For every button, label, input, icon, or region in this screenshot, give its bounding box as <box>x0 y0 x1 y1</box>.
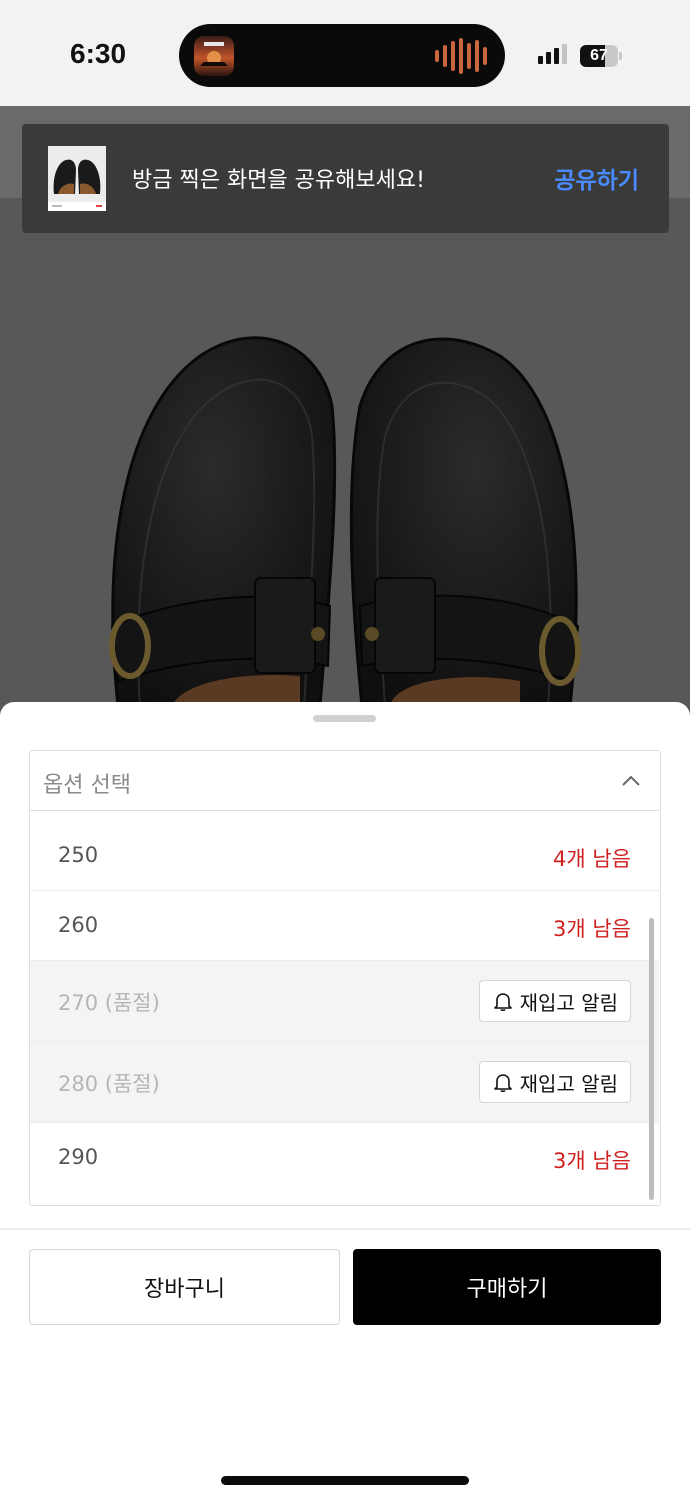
restock-alert-label: 재입고 알림 <box>519 990 618 1015</box>
option-list: 250 4개 남음 260 3개 남음 270 (품절) 재입고 알림 280 … <box>30 821 659 1193</box>
stock-remaining: 3개 남음 <box>553 917 631 941</box>
option-row-260[interactable]: 260 3개 남음 <box>30 891 659 961</box>
buy-now-button[interactable]: 구매하기 <box>353 1249 661 1325</box>
option-list-scrollbar[interactable] <box>649 918 654 1200</box>
option-row-250[interactable]: 250 4개 남음 <box>30 821 659 891</box>
screenshot-share-toast[interactable]: 방금 찍은 화면을 공유해보세요! 공유하기 <box>22 124 669 233</box>
sheet-grabber-handle[interactable] <box>313 715 376 722</box>
option-label: 280 (품절) <box>58 1072 160 1096</box>
option-row-280-soldout: 280 (품절) 재입고 알림 <box>30 1042 659 1123</box>
stock-remaining: 4개 남음 <box>553 847 631 871</box>
chevron-up-icon <box>622 775 640 786</box>
option-row-290[interactable]: 290 3개 남음 <box>30 1123 659 1193</box>
option-bottom-sheet: 옵션 선택 250 4개 남음 260 3개 남음 270 (품절) 재입고 알… <box>0 702 690 1500</box>
status-bar: 6:30 67 <box>0 0 690 106</box>
share-button[interactable]: 공유하기 <box>554 161 639 195</box>
option-select-dropdown: 옵션 선택 250 4개 남음 260 3개 남음 270 (품절) 재입고 알… <box>29 750 661 1206</box>
restock-alert-button[interactable]: 재입고 알림 <box>478 1061 631 1103</box>
battery-icon: 67 <box>580 45 622 67</box>
cellular-signal-icon <box>538 44 567 64</box>
live-activity-app-icon[interactable] <box>194 36 234 76</box>
divider <box>0 1228 690 1230</box>
stock-remaining: 3개 남음 <box>553 1149 631 1173</box>
status-time: 6:30 <box>70 38 127 69</box>
restock-alert-label: 재입고 알림 <box>519 1071 618 1096</box>
toast-message: 방금 찍은 화면을 공유해보세요! <box>132 168 425 193</box>
screenshot-thumbnail[interactable] <box>48 146 106 211</box>
option-label: 250 <box>58 843 99 867</box>
restock-alert-button[interactable]: 재입고 알림 <box>478 980 631 1022</box>
bell-icon <box>493 1074 512 1093</box>
option-row-270-soldout: 270 (품절) 재입고 알림 <box>30 961 659 1042</box>
option-select-placeholder: 옵션 선택 <box>43 773 131 798</box>
option-label: 270 (품절) <box>58 991 160 1015</box>
option-label: 260 <box>58 913 99 937</box>
add-to-cart-button[interactable]: 장바구니 <box>29 1249 340 1325</box>
option-select-header[interactable]: 옵션 선택 <box>30 751 659 811</box>
home-indicator[interactable] <box>221 1476 469 1485</box>
audio-waveform-icon <box>435 38 487 74</box>
bell-icon <box>493 993 512 1012</box>
option-label: 290 <box>58 1145 99 1169</box>
dynamic-island[interactable] <box>179 24 505 87</box>
battery-level: 67 <box>590 47 608 64</box>
